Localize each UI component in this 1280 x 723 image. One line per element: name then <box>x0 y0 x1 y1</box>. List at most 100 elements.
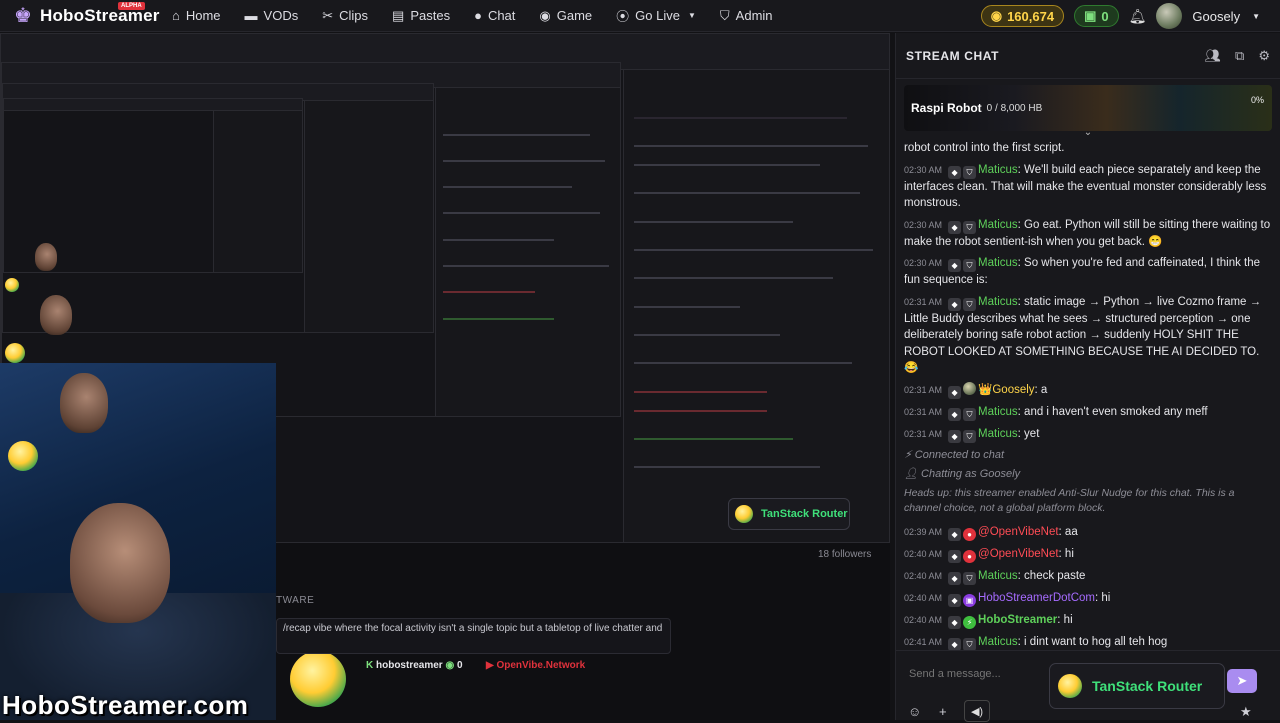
user-badge-icon: ◆ <box>948 615 962 629</box>
nav-home[interactable]: ⌂ Home <box>160 0 233 32</box>
nested-line <box>634 164 820 167</box>
role-badge-icon: ▣ <box>963 593 977 607</box>
message-username[interactable]: Maticus <box>978 296 1018 308</box>
scissors-icon: ✂ <box>322 7 334 23</box>
platform-pill-openvibe[interactable]: ▶ OpenVibe.Network <box>486 660 585 671</box>
message-username[interactable]: Maticus <box>978 219 1018 231</box>
coin-icon: ◉ <box>990 8 1003 23</box>
nav-chat[interactable]: ● Chat <box>462 0 527 32</box>
chat-message: 02:31 AM ◆ ⛉ Maticus: static image → Python… <box>904 294 1273 377</box>
nested-line <box>442 186 573 189</box>
system-message: 👤︎ Chatting as Goosely <box>904 467 1273 480</box>
message-username[interactable]: Maticus <box>978 406 1018 418</box>
role-badge-icon: ⛉ <box>963 429 977 443</box>
video-icon: ▬ <box>244 8 258 23</box>
message-username[interactable]: HoboStreamerDotCom <box>978 592 1095 604</box>
stream-chat-panel: STREAM CHAT 👥︎ ⧉ ⚙ Raspi Robot 0 / 8,000… <box>895 33 1280 722</box>
user-badge-icon: ◆ <box>948 571 962 585</box>
message-timestamp: 02:30 AM <box>904 258 943 268</box>
message-text: : yet <box>1017 427 1040 440</box>
role-badge-icon: ⛉ <box>963 407 977 421</box>
user-badge-icon: ◆ <box>948 297 962 311</box>
platform-pill-kick[interactable]: K hobostreamer ◉ 0 <box>366 660 463 671</box>
nav-game[interactable]: ◉ Game <box>527 0 604 32</box>
emoji-icon[interactable]: ☺ <box>908 704 921 719</box>
webcam-face-small <box>35 243 57 271</box>
chat-message: 02:30 AM ◆ ⛉ Maticus: We'll build each piec… <box>904 162 1273 212</box>
username[interactable]: Goosely <box>1192 9 1240 24</box>
user-badge-icon: ◆ <box>948 429 962 443</box>
nested-line <box>634 362 852 365</box>
nested-line <box>634 277 834 280</box>
message-username[interactable]: Maticus <box>978 636 1018 648</box>
nested-line <box>634 466 820 469</box>
user-badge-icon: ◆ <box>948 385 962 399</box>
role-badge-icon: ⛉ <box>963 165 977 179</box>
chat-message: 02:31 AM ◆ 👑Goosely: a <box>904 381 1273 399</box>
nested-navbar <box>4 99 302 112</box>
chat-message: 02:30 AM ◆ ⛉ Maticus: So when you're fed an… <box>904 255 1273 289</box>
gem-balance[interactable]: ▣ 0 <box>1074 5 1119 27</box>
popout-icon[interactable]: ⧉ <box>1235 48 1244 64</box>
send-button[interactable]: ➤ <box>1227 669 1257 693</box>
chevron-down-icon[interactable]: ▼ <box>1252 12 1260 21</box>
chat-header: STREAM CHAT 👥︎ ⧉ ⚙ <box>896 33 1280 79</box>
tanstack-router-label: TanStack Router <box>1092 678 1203 694</box>
message-username[interactable]: 👑Goosely <box>978 384 1035 396</box>
nav-golive[interactable]: ⦿ Go Live ▼ <box>604 0 708 32</box>
gear-icon[interactable]: ⚙ <box>1258 48 1270 64</box>
users-icon[interactable]: 👥︎ <box>1205 48 1222 64</box>
user-badge-icon: ◆ <box>948 593 962 607</box>
platform-pill-kick-label: hobostreamer <box>376 660 443 671</box>
message-timestamp: 02:31 AM <box>904 384 943 395</box>
nav-admin[interactable]: ⛉ Admin <box>708 0 785 32</box>
chat-message: 02:30 AM ◆ ⛉ Maticus: Go eat. Python will s… <box>904 217 1273 251</box>
brand[interactable]: ♚ HoboStreamer ALPHA <box>0 1 160 27</box>
role-badge-icon: ⛉ <box>963 637 977 650</box>
gem-value: 0 <box>1101 8 1109 24</box>
nested-line <box>634 220 794 223</box>
star-icon[interactable]: ★ <box>1240 704 1252 720</box>
role-badge-icon: ⛉ <box>963 220 977 234</box>
audio-toggle-button[interactable]: ◀︎) <box>964 700 990 722</box>
nested-chat <box>622 69 889 542</box>
message-username[interactable]: @OpenVibeNet <box>978 526 1059 538</box>
message-username[interactable]: Maticus <box>978 257 1018 269</box>
pinned-goal-banner[interactable]: Raspi Robot 0 / 8,000 HB 0% <box>904 85 1272 131</box>
send-icon: ➤ <box>1236 673 1248 688</box>
user-badge-icon: ◆ <box>948 637 962 650</box>
message-username[interactable]: HoboStreamer <box>978 614 1057 626</box>
bell-icon[interactable]: 🔔︎ <box>1129 8 1147 25</box>
chat-message: 02:40 AM ◆ ● @OpenVibeNet: hi <box>904 546 1273 563</box>
tanstack-logo-icon <box>5 278 19 292</box>
nested-line <box>634 145 868 148</box>
nav-vods[interactable]: ▬ VODs <box>233 0 311 32</box>
webcam-overlay <box>0 363 276 720</box>
chat-icon: ● <box>474 8 482 23</box>
tanstack-router-widget[interactable]: TanStack Router <box>728 498 850 530</box>
message-username[interactable]: Maticus <box>978 164 1018 176</box>
role-badge-icon: ⚡︎ <box>963 615 977 629</box>
nav-game-label: Game <box>556 8 593 23</box>
chat-message: 02:31 AM ◆ ⛉ Maticus: and i haven't even sm… <box>904 404 1273 421</box>
chat-message: 02:40 AM ◆ ⛉ Maticus: check paste <box>904 568 1273 585</box>
avatar[interactable] <box>1156 3 1183 29</box>
message-username[interactable]: Maticus <box>978 570 1018 582</box>
message-username[interactable]: @OpenVibeNet <box>978 548 1059 560</box>
chat-title: STREAM CHAT <box>906 48 1000 63</box>
message-timestamp: 02:31 AM <box>904 406 943 417</box>
nested-chat <box>434 87 620 416</box>
message-username[interactable]: Maticus <box>978 428 1018 440</box>
chat-messages-before: robot control into the first script. 02:3… <box>904 140 1273 443</box>
plus-icon[interactable]: + <box>939 704 947 719</box>
chat-message: 02:31 AM ◆ ⛉ Maticus: yet <box>904 426 1273 443</box>
chevron-down-icon: ▼ <box>687 11 696 20</box>
tanstack-router-devtools-button[interactable]: TanStack Router <box>1049 663 1225 709</box>
nav-pastes[interactable]: ▤ Pastes <box>380 0 462 32</box>
message-timestamp: 02:31 AM <box>904 296 943 307</box>
nav-clips[interactable]: ✂ Clips <box>310 0 380 32</box>
alpha-badge: ALPHA <box>118 1 145 10</box>
coin-balance[interactable]: ◉ 160,674 <box>980 5 1065 27</box>
stream-player[interactable]: TWARE /recap vibe where the focal activi… <box>0 33 890 720</box>
message-timestamp: 02:40 AM <box>904 592 943 603</box>
